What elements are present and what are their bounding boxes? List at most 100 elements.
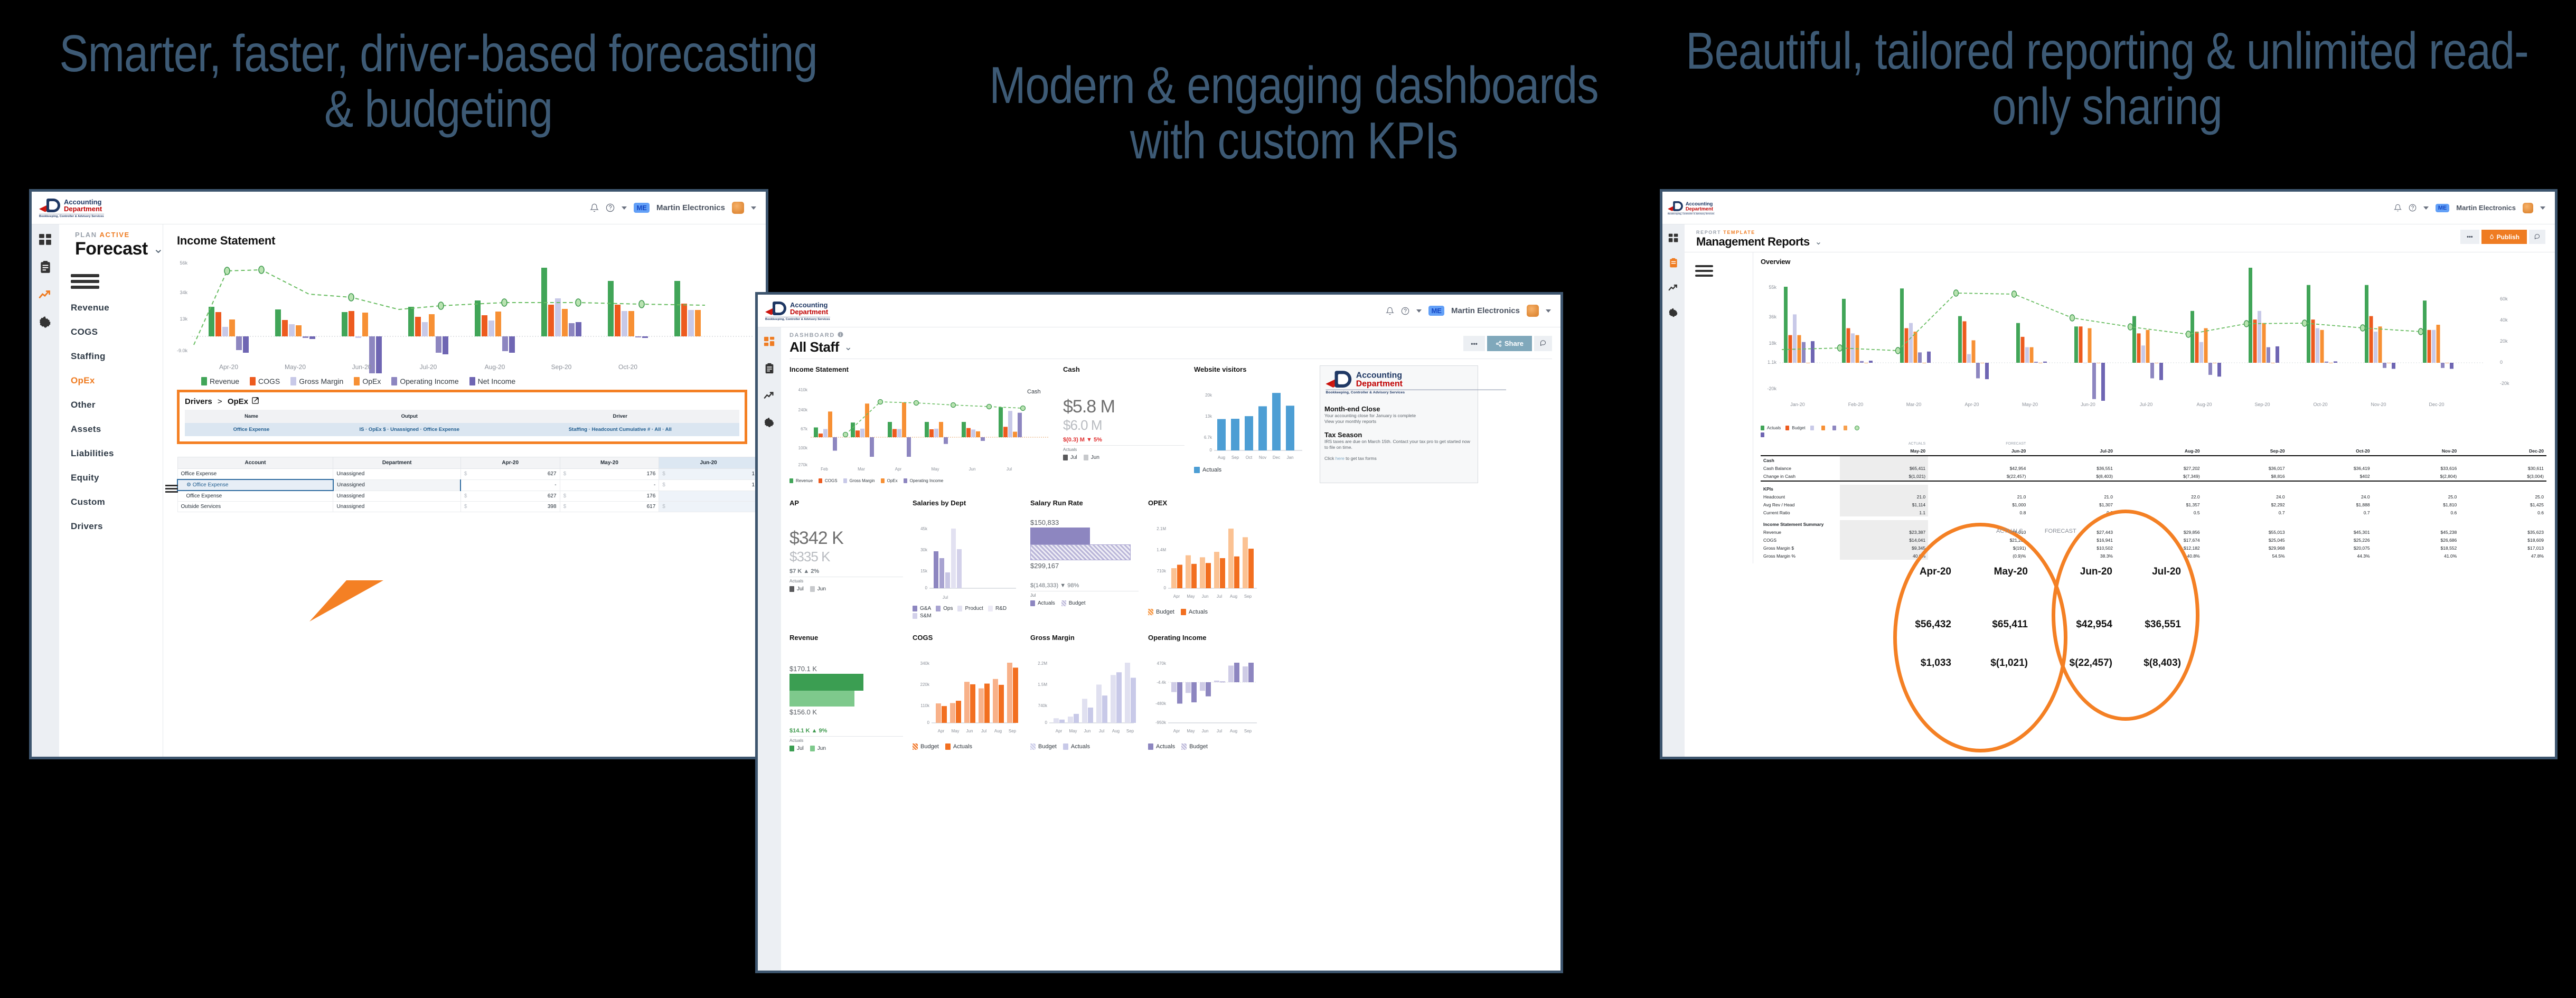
clipboard-icon[interactable] xyxy=(39,260,52,274)
user-avatar[interactable] xyxy=(732,202,744,214)
chevron-down-icon[interactable] xyxy=(622,206,627,210)
clipboard-icon[interactable] xyxy=(764,363,775,377)
sidebar-item-staffing[interactable]: Staffing xyxy=(71,351,127,362)
comment-icon[interactable] xyxy=(2529,230,2545,244)
legend-item-budget: Budget xyxy=(1148,609,1174,615)
table-row[interactable]: ⚙ Office Expense Unassigned - - $1 xyxy=(177,479,758,491)
sidebar-item-revenue[interactable]: Revenue xyxy=(71,303,127,313)
hamburger-icon[interactable] xyxy=(71,274,99,289)
report-table: ACTUALS FORECAST May-20 Jun-20 Jul-20 Au… xyxy=(1761,440,2546,563)
legend-item-net-income xyxy=(1761,432,2546,437)
report-cell: $21,201 xyxy=(2009,537,2026,543)
card-cogs: COGS 340k 220k 110k 0 Apr May Jun Jul Aug Sep Bu… xyxy=(913,634,1021,751)
info-icon[interactable] xyxy=(838,332,843,339)
svg-text:May: May xyxy=(1187,729,1195,733)
trend-up-icon[interactable] xyxy=(764,390,775,404)
col-group-actuals: ACTUALS xyxy=(1908,441,1926,446)
svg-text:May: May xyxy=(1069,729,1077,733)
svg-text:Apr-20: Apr-20 xyxy=(1964,402,1979,407)
table-row[interactable]: Headcount 21.0 21.0 21.0 22.0 24.0 24.0 25.0 25.… xyxy=(1761,493,2546,501)
cell-jun xyxy=(659,490,758,502)
table-row[interactable]: Avg Rev / Head $1,114 $1,000 $1,307 $1,357 $2… xyxy=(1761,501,2546,509)
avatar-chevron-icon[interactable] xyxy=(1546,309,1551,313)
newsletter-link-here[interactable]: here xyxy=(1336,456,1345,461)
newsletter-text-1: Your accounting close for January is com… xyxy=(1324,413,1416,418)
chevron-down-icon[interactable]: ⌄ xyxy=(1815,237,1822,247)
forecast-icon-rail xyxy=(32,224,59,757)
trend-up-icon[interactable] xyxy=(1668,283,1679,296)
chevron-down-icon[interactable] xyxy=(1416,309,1422,313)
chevron-down-icon[interactable]: ⌄ xyxy=(844,342,852,353)
card-newsletter: Accounting Department Bookkeeping, Contr… xyxy=(1320,365,1507,483)
bell-icon[interactable] xyxy=(590,203,599,212)
table-row[interactable]: Office Expense Unassigned $627 $176 $1 xyxy=(177,468,758,480)
report-cell: $2,292 xyxy=(2271,502,2285,507)
more-options-button[interactable]: ••• xyxy=(2460,230,2479,244)
sidebar-item-drivers[interactable]: Drivers xyxy=(71,521,127,532)
table-row[interactable]: Change in Cash $(1,021) $(22,457) $(8,403) $… xyxy=(1761,472,2546,480)
user-avatar[interactable] xyxy=(1527,305,1539,317)
chevron-down-icon[interactable]: ⌄ xyxy=(153,241,164,257)
table-row[interactable]: Gross Margin $ $9,345 $(191) $10,502 $12,182… xyxy=(1761,544,2546,552)
card-title: COGS xyxy=(913,634,933,642)
comment-icon[interactable] xyxy=(1534,336,1552,351)
gear-icon[interactable] xyxy=(39,315,52,329)
svg-text:0: 0 xyxy=(1164,586,1167,590)
legend-item-product: Product xyxy=(957,606,983,611)
sidebar-item-assets[interactable]: Assets xyxy=(71,424,127,435)
sidebar-item-opex[interactable]: OpEx xyxy=(71,375,127,386)
sidebar-item-cogs[interactable]: COGS xyxy=(71,327,127,337)
table-row[interactable]: Current Ratio 1.1 0.8 0.6 0.5 0.7 0.7 0.6 0.6 xyxy=(1761,509,2546,516)
gear-icon[interactable] xyxy=(1668,307,1679,321)
avatar-chevron-icon[interactable] xyxy=(751,206,756,210)
ap-delta: $7 K ▲ 2% xyxy=(789,568,820,575)
revenue-jul-bar xyxy=(789,674,863,691)
report-cell: 0.5 xyxy=(2193,510,2200,515)
table-row[interactable]: Office Expense IS · OpEx $ · Unassigned … xyxy=(185,423,739,436)
table-row[interactable]: COGS $14,041 $21,201 $16,941 $17,674 $25,045 $… xyxy=(1761,536,2546,544)
newsletter-link-reports[interactable]: View your monthly reports xyxy=(1324,419,1473,425)
table-row[interactable]: Office Expense Unassigned $627 $176 xyxy=(177,490,758,502)
dashboard-grid-icon[interactable] xyxy=(39,233,52,247)
open-external-icon[interactable] xyxy=(251,397,259,407)
sidebar-item-other[interactable]: Other xyxy=(71,400,127,410)
report-group-label: Income Statement Summary xyxy=(1763,521,1824,527)
table-row[interactable]: Outside Services Unassigned $398 $617 $ xyxy=(177,501,758,512)
dashboard-grid-icon[interactable] xyxy=(764,336,775,350)
report-chart-legend: Actuals Budget xyxy=(1761,426,2546,437)
svg-text:Jul: Jul xyxy=(1217,594,1222,599)
gear-icon[interactable] xyxy=(764,417,775,431)
legend-item-operating-income: Operating Income xyxy=(391,377,459,385)
legend-item-budget: Budget xyxy=(1061,600,1086,606)
share-button[interactable]: Share xyxy=(1487,336,1532,351)
help-icon[interactable] xyxy=(2409,204,2417,212)
table-row[interactable]: Cash Balance $65,411 $42,954 $36,551 $27,202… xyxy=(1761,464,2546,472)
table-row[interactable]: Gross Margin % 40.0% (0.9)% 38.3% 40.8% 54.5%… xyxy=(1761,552,2546,560)
help-icon[interactable] xyxy=(606,203,615,212)
row-drag-handle[interactable] xyxy=(165,483,178,494)
cell-account-selected[interactable]: ⚙ Office Expense xyxy=(177,479,334,491)
report-cell: 54.5% xyxy=(2272,553,2285,559)
sidebar-item-liabilities[interactable]: Liabilities xyxy=(71,448,127,459)
brand-line-1: Accounting xyxy=(1685,200,1713,206)
help-icon[interactable] xyxy=(1401,307,1409,315)
sidebar-item-custom[interactable]: Custom xyxy=(71,497,127,507)
dashboard-grid-icon[interactable] xyxy=(1668,233,1679,246)
sidebar-item-equity[interactable]: Equity xyxy=(71,473,127,483)
zoom-overlay-group-labels: ACTUALS FORECAST xyxy=(1996,528,2076,534)
svg-text:Aug: Aug xyxy=(1230,729,1237,733)
publish-button[interactable]: Publish xyxy=(2481,230,2527,244)
chevron-down-icon[interactable] xyxy=(2423,206,2429,210)
bell-icon[interactable] xyxy=(1386,307,1395,315)
bell-icon[interactable] xyxy=(2393,204,2402,212)
col-group-forecast: FORECAST xyxy=(2006,441,2026,446)
more-options-button[interactable]: ••• xyxy=(1463,336,1485,351)
trend-up-icon[interactable] xyxy=(39,288,52,302)
legend-item-rd: R&D xyxy=(988,606,1007,611)
avatar-chevron-icon[interactable] xyxy=(2540,206,2545,210)
clipboard-icon[interactable] xyxy=(1668,258,1679,271)
user-avatar[interactable] xyxy=(2523,202,2533,213)
hamburger-icon[interactable] xyxy=(1695,265,1713,277)
card-website-visitors: Website visitors 20k 13k 6.7k 0 Aug Sep Oct No… xyxy=(1194,365,1310,483)
report-left-stub xyxy=(1685,252,1753,563)
